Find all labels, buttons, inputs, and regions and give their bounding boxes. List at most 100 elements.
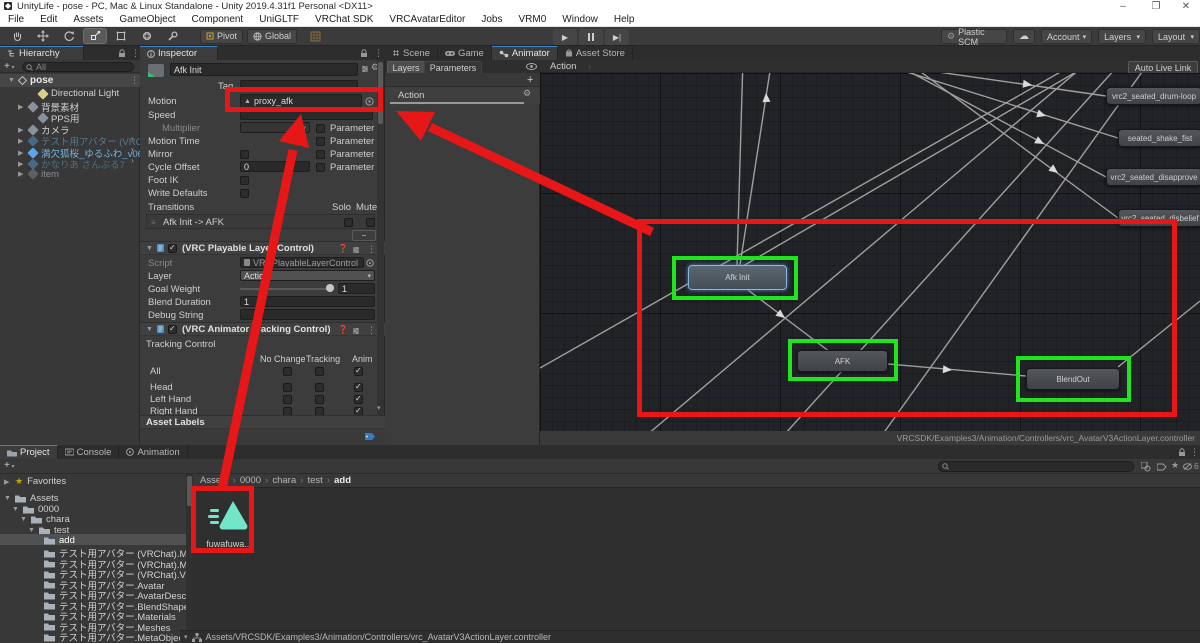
favorites-row[interactable]: ▶ ★ Favorites [4, 476, 66, 487]
create-button[interactable]: + ▾ [4, 460, 15, 471]
eye-icon[interactable] [526, 63, 537, 70]
rotate-tool-button[interactable] [57, 28, 81, 44]
cloud-button[interactable]: ☁ [1013, 29, 1036, 44]
no-change-checkbox[interactable] [283, 383, 292, 392]
scene-menu-icon[interactable]: ⋮ [130, 75, 139, 86]
no-change-checkbox[interactable] [283, 395, 292, 404]
prefab-open-icon[interactable]: › [131, 145, 134, 154]
menu-assets[interactable]: Assets [65, 14, 111, 25]
breadcrumb-item[interactable]: 0000 [240, 475, 261, 486]
mirror-checkbox[interactable] [240, 150, 249, 159]
favorites-star-icon[interactable]: ★ [1171, 460, 1179, 471]
pause-button[interactable] [579, 29, 603, 45]
cycle-offset-field[interactable]: 0 [240, 161, 310, 172]
collapse-icon[interactable]: ▾ [184, 633, 188, 641]
menu-vrchat-sdk[interactable]: VRChat SDK [307, 14, 381, 25]
layer-row[interactable]: Action ⚙ [385, 87, 540, 104]
presets-icon[interactable] [352, 327, 360, 335]
foot-ik-checkbox[interactable] [240, 176, 249, 185]
close-button[interactable]: ✕ [1175, 1, 1197, 12]
menu-vrm0[interactable]: VRM0 [511, 14, 555, 25]
asset-labels-header[interactable]: Asset Labels [140, 415, 385, 429]
search-input[interactable]: All [22, 62, 134, 72]
prefab-open-icon[interactable]: › [131, 156, 134, 165]
breadcrumb-item[interactable]: Assets [200, 475, 229, 486]
tab-inspector[interactable]: Inspector [140, 46, 218, 60]
hidden-packages-eye-icon[interactable] [1183, 463, 1194, 470]
mirror-parameter-checkbox[interactable] [316, 150, 325, 159]
no-change-checkbox[interactable] [283, 367, 292, 376]
state-node-side[interactable]: vrc2_seated_drum-loop [1106, 87, 1200, 105]
layer-dropdown[interactable]: Action ▾ [240, 270, 375, 281]
project-search-input[interactable] [938, 461, 1134, 472]
tab-console[interactable]: Console [57, 445, 120, 459]
tab-project[interactable]: Project [0, 445, 58, 459]
tab-game[interactable]: Game [437, 46, 492, 60]
breadcrumb-item-current[interactable]: add [334, 475, 351, 486]
lock-icon[interactable] [360, 49, 368, 58]
panel-menu-icon[interactable]: ⋮ [131, 48, 140, 59]
menu-unigltf[interactable]: UniGLTF [251, 14, 307, 25]
state-node-side[interactable]: vrc2_seated_disapprove [1106, 168, 1200, 186]
component-menu-icon[interactable]: ⋮ [367, 244, 376, 255]
search-by-label-icon[interactable] [1157, 462, 1168, 472]
scroll-down-icon[interactable]: ▾ [377, 404, 381, 412]
step-button[interactable]: ▶| [605, 29, 629, 45]
lock-icon[interactable] [1178, 448, 1186, 457]
tab-scene[interactable]: Scene [385, 46, 438, 60]
panel-menu-icon[interactable]: ⋮ [374, 48, 383, 59]
tab-animator[interactable]: Animator [491, 46, 558, 60]
multiplier-parameter-checkbox[interactable] [316, 124, 325, 133]
layout-dropdown[interactable]: Layout ▾ [1152, 29, 1200, 44]
panel-menu-icon[interactable]: ⋮ [1190, 447, 1199, 458]
tree-item-selected[interactable]: add [44, 535, 75, 546]
animation-checkbox[interactable] [354, 366, 363, 376]
breadcrumb-item[interactable]: test [307, 475, 322, 486]
transition-row[interactable]: ≡ Afk Init -> AFK [146, 214, 375, 229]
tree-item[interactable]: ▼ chara [20, 514, 70, 525]
menu-file[interactable]: File [0, 14, 32, 25]
menu-vrcavatareditor[interactable]: VRCAvatarEditor [381, 14, 473, 25]
tracking-checkbox[interactable] [315, 395, 324, 404]
multiplier-dropdown[interactable]: ▾ [240, 122, 310, 133]
lock-icon[interactable] [118, 49, 126, 58]
menu-window[interactable]: Window [554, 14, 606, 25]
tree-item[interactable]: ▼ Assets [4, 493, 59, 504]
layers-dropdown[interactable]: Layers ▾ [1098, 29, 1147, 44]
mute-checkbox[interactable] [366, 218, 375, 227]
tab-hierarchy[interactable]: Hierarchy [0, 46, 84, 60]
goal-weight-field[interactable]: 1 [338, 283, 375, 294]
component-menu-icon[interactable]: ⋮ [367, 325, 376, 336]
component-enabled-checkbox[interactable] [168, 243, 177, 253]
menu-edit[interactable]: Edit [32, 14, 65, 25]
snap-toggle[interactable] [303, 28, 327, 44]
move-tool-button[interactable] [31, 28, 55, 44]
tracking-checkbox[interactable] [315, 383, 324, 392]
menu-jobs[interactable]: Jobs [473, 14, 510, 25]
tracking-checkbox[interactable] [315, 367, 324, 376]
tracking-control-header[interactable]: ▼ (VRC Animator Tracking Control) ❓ ⋮ [140, 322, 385, 336]
label-tag-icon[interactable] [364, 431, 376, 442]
tree-item[interactable]: ▼ 0000 [12, 504, 59, 515]
search-by-type-icon[interactable] [1141, 462, 1151, 472]
object-picker-icon[interactable] [366, 259, 374, 267]
menu-help[interactable]: Help [606, 14, 643, 25]
presets-icon[interactable] [352, 246, 360, 254]
menu-gameobject[interactable]: GameObject [111, 14, 183, 25]
create-button[interactable]: + ▾ [4, 61, 15, 72]
solo-checkbox[interactable] [344, 218, 353, 227]
goal-weight-slider[interactable] [240, 288, 332, 290]
slider-knob[interactable] [326, 284, 334, 292]
minimize-button[interactable]: – [1112, 1, 1134, 12]
debug-string-field[interactable] [240, 309, 375, 320]
scale-tool-button[interactable] [83, 28, 107, 44]
inspector-scrollbar[interactable] [377, 60, 384, 415]
state-node-side[interactable]: seated_shake_fist [1118, 129, 1200, 147]
write-defaults-checkbox[interactable] [240, 189, 249, 198]
tab-animation[interactable]: Animation [119, 445, 188, 459]
state-name-field[interactable]: Afk Init [170, 63, 358, 76]
transform-tool-button[interactable] [135, 28, 159, 44]
tab-asset-store[interactable]: Asset Store [557, 46, 633, 60]
layer-gear-icon[interactable]: ⚙ [523, 88, 531, 99]
scene-row[interactable]: ▼ pose ⋮ [0, 74, 140, 87]
